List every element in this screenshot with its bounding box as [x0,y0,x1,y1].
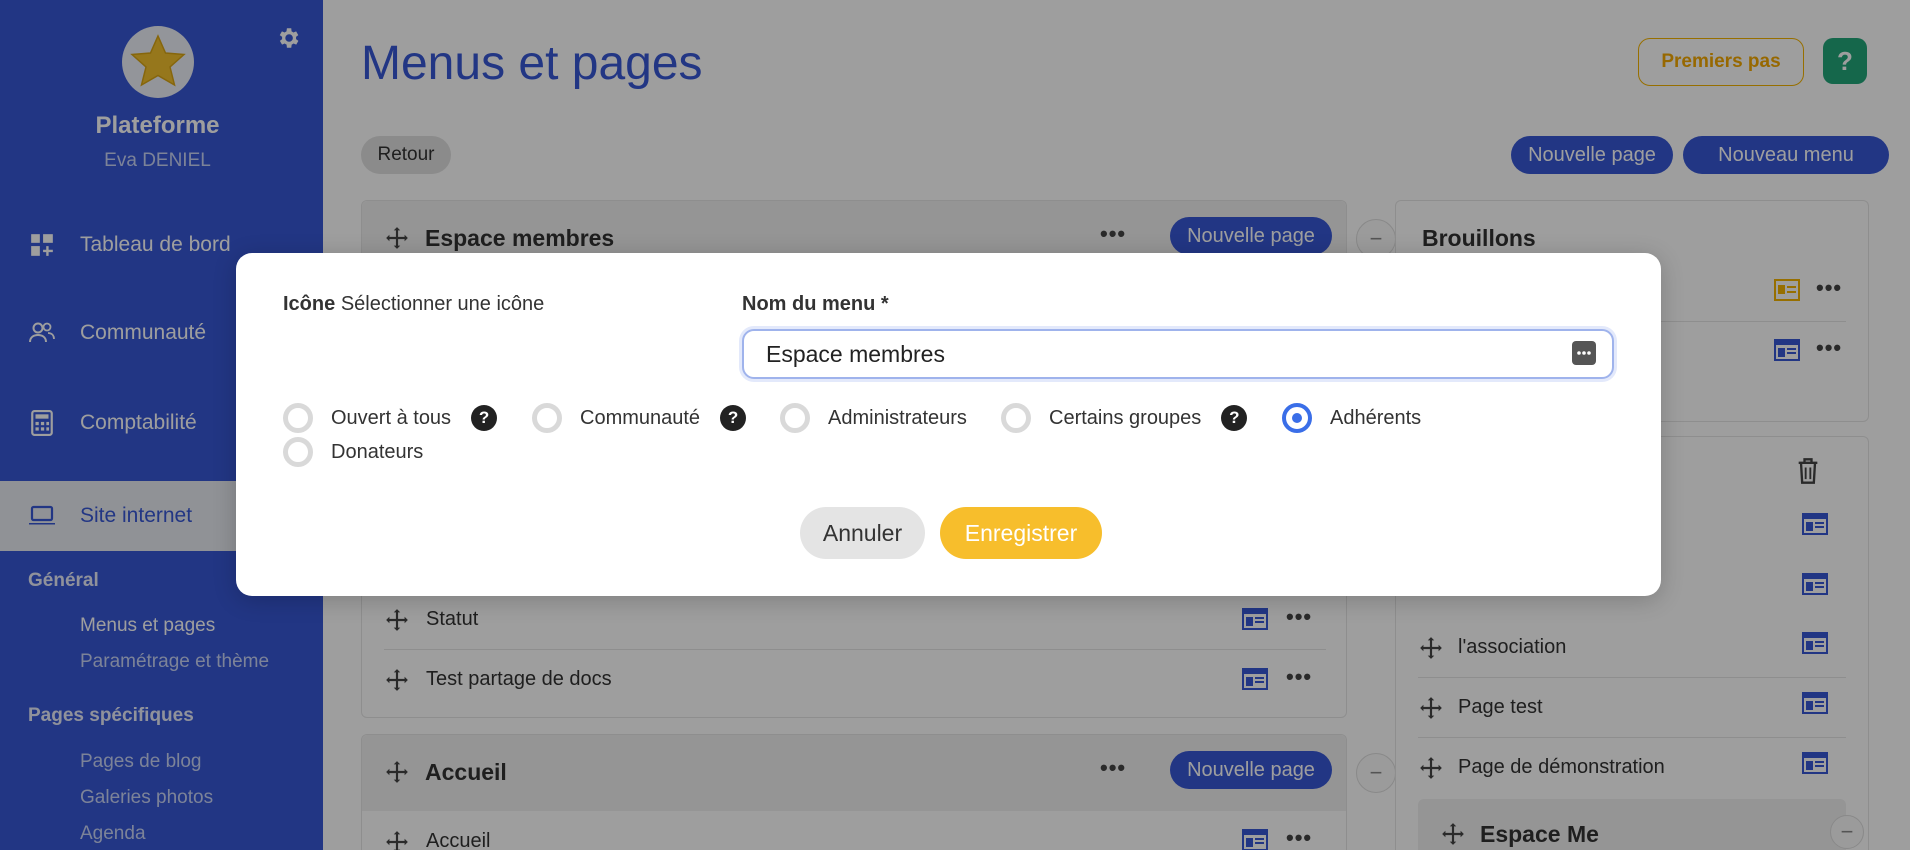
radio-button[interactable] [283,437,313,467]
menu-name-input[interactable] [742,329,1614,379]
help-icon[interactable]: ? [1221,405,1248,431]
radio-label: Communauté [580,406,701,429]
radio-button[interactable] [532,403,562,433]
radio-label: Donateurs [331,440,424,463]
radio-label: Ouvert à tous [331,406,452,429]
radio-button[interactable] [780,403,810,433]
edit-menu-dialog: Icône Sélectionner une icône Nom du menu… [236,253,1661,596]
icon-select-link[interactable]: Sélectionner une icône [341,293,544,315]
radio-label: Adhérents [1330,406,1422,429]
radio-button-checked[interactable] [1282,403,1312,433]
help-icon[interactable]: ? [471,405,498,431]
radio-members[interactable]: Adhérents [1282,401,1421,435]
radio-administrators[interactable]: Administrateurs [780,401,967,435]
radio-button[interactable] [283,403,313,433]
help-icon[interactable]: ? [720,405,747,431]
radio-open-to-all[interactable]: Ouvert à tous ? [283,401,498,435]
radio-donors[interactable]: Donateurs [283,435,423,469]
icon-label: Icône [283,293,336,315]
icon-selector[interactable]: Icône Sélectionner une icône [283,293,544,316]
cancel-button[interactable]: Annuler [800,507,925,559]
radio-label: Administrateurs [828,406,967,429]
more-icon[interactable] [1572,341,1596,365]
radio-button[interactable] [1001,403,1031,433]
radio-some-groups[interactable]: Certains groupes ? [1001,401,1248,435]
radio-label: Certains groupes [1049,406,1202,429]
radio-community[interactable]: Communauté ? [532,401,747,435]
save-button[interactable]: Enregistrer [940,507,1102,559]
menu-name-label: Nom du menu * [742,293,889,315]
